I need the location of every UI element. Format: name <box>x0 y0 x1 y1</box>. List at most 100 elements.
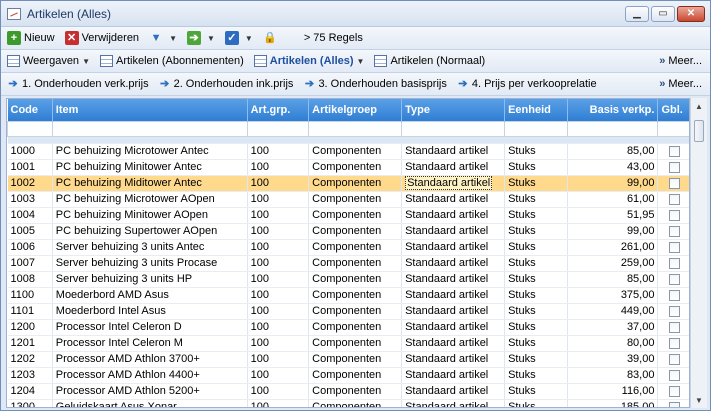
checkbox[interactable] <box>668 161 680 173</box>
cell-type[interactable]: Standaard artikel <box>401 191 506 208</box>
select-button[interactable]: ✓ ▼ <box>224 31 253 45</box>
column-header-art-grp[interactable]: Art.grp. <box>247 99 310 121</box>
cell-code[interactable]: 1002 <box>7 175 53 192</box>
cell-art-grp[interactable]: 100 <box>247 159 310 176</box>
cell-art-grp[interactable]: 100 <box>247 303 310 320</box>
cell-basis-verkp[interactable]: 185,00 <box>567 399 659 407</box>
cell-item[interactable]: Geluidskaart Asus Xonar <box>52 399 248 407</box>
cell-artikelgroep[interactable]: Componenten <box>308 367 403 384</box>
filter-artikelgroep[interactable] <box>308 120 403 137</box>
export-button[interactable]: ➔ ▼ <box>186 31 215 45</box>
cell-eenheid[interactable]: Stuks <box>504 383 568 400</box>
cell-eenheid[interactable]: Stuks <box>504 143 568 160</box>
table-row[interactable]: 1003 PC behuizing Microtower AOpen 100 Comp… <box>7 191 689 208</box>
cell-type[interactable]: Standaard artikel <box>401 271 506 288</box>
cell-basis-verkp[interactable]: 116,00 <box>567 383 659 400</box>
table-row[interactable]: 1001 PC behuizing Minitower Antec 100 Compo… <box>7 159 689 176</box>
column-header-artikelgroep[interactable]: Artikelgroep <box>308 99 403 121</box>
checkbox[interactable] <box>668 401 680 407</box>
cell-item[interactable]: PC behuizing Supertower AOpen <box>52 223 248 240</box>
cell-art-grp[interactable]: 100 <box>247 239 310 256</box>
cell-gbl[interactable] <box>657 303 689 320</box>
maximize-button[interactable]: ▭ <box>651 5 675 22</box>
cell-code[interactable]: 1001 <box>7 159 53 176</box>
checkbox[interactable] <box>668 225 680 237</box>
cell-eenheid[interactable]: Stuks <box>504 175 568 192</box>
filter-button[interactable]: ▼ ▼ <box>149 31 177 45</box>
scroll-up-icon[interactable]: ▲ <box>691 98 707 114</box>
cell-art-grp[interactable]: 100 <box>247 351 310 368</box>
task-base-price[interactable]: ➔ 3. Onderhouden basisprijs <box>303 77 447 91</box>
title-bar[interactable]: Artikelen (Alles) ▁ ▭ ✕ <box>1 1 710 27</box>
table-row[interactable]: 1200 Processor Intel Celeron D 100 Componen… <box>7 319 689 336</box>
cell-art-grp[interactable]: 100 <box>247 383 310 400</box>
cell-code[interactable]: 1000 <box>7 143 53 160</box>
cell-item[interactable]: PC behuizing Microtower AOpen <box>52 191 248 208</box>
cell-code[interactable]: 1200 <box>7 319 53 336</box>
task-price-per-relation[interactable]: ➔ 4. Prijs per verkooprelatie <box>457 77 596 91</box>
checkbox[interactable] <box>668 353 680 365</box>
cell-gbl[interactable] <box>657 175 689 192</box>
cell-type[interactable]: Standaard artikel <box>401 335 506 352</box>
filter-art-grp[interactable] <box>246 120 310 137</box>
cell-eenheid[interactable]: Stuks <box>504 351 568 368</box>
cell-basis-verkp[interactable]: 259,00 <box>567 255 659 272</box>
table-row[interactable]: 1006 Server behuizing 3 units Antec 100 Com… <box>7 239 689 256</box>
cell-basis-verkp[interactable]: 99,00 <box>567 223 659 240</box>
cell-type[interactable]: Standaard artikel <box>401 287 506 304</box>
cell-code[interactable]: 1004 <box>7 207 53 224</box>
view-subscriptions[interactable]: Artikelen (Abonnementen) <box>99 55 244 67</box>
new-button[interactable]: + Nieuw <box>7 31 55 45</box>
cell-eenheid[interactable]: Stuks <box>504 399 568 407</box>
column-header-basis-verkp[interactable]: Basis verkp. <box>567 99 659 121</box>
cell-gbl[interactable] <box>657 223 689 240</box>
filter-code[interactable] <box>7 120 53 137</box>
cell-art-grp[interactable]: 100 <box>247 223 310 240</box>
cell-art-grp[interactable]: 100 <box>247 207 310 224</box>
vertical-scrollbar[interactable]: ▲ ▼ <box>690 98 707 408</box>
cell-art-grp[interactable]: 100 <box>247 175 310 192</box>
cell-item[interactable]: Moederbord AMD Asus <box>52 287 248 304</box>
more-views-button[interactable]: » Meer... <box>659 50 702 72</box>
cell-item[interactable]: PC behuizing Miditower Antec <box>52 175 248 192</box>
filter-item[interactable] <box>51 120 248 137</box>
cell-art-grp[interactable]: 100 <box>247 335 310 352</box>
checkbox[interactable] <box>668 145 680 157</box>
cell-artikelgroep[interactable]: Componenten <box>308 223 403 240</box>
cell-code[interactable]: 1204 <box>7 383 53 400</box>
cell-artikelgroep[interactable]: Componenten <box>308 287 403 304</box>
cell-art-grp[interactable]: 100 <box>247 287 310 304</box>
checkbox[interactable] <box>668 289 680 301</box>
cell-type[interactable]: Standaard artikel <box>401 159 506 176</box>
cell-item[interactable]: PC behuizing Minitower AOpen <box>52 207 248 224</box>
cell-gbl[interactable] <box>657 383 689 400</box>
view-normal[interactable]: Artikelen (Normaal) <box>374 55 485 67</box>
cell-basis-verkp[interactable]: 99,00 <box>567 175 659 192</box>
cell-art-grp[interactable]: 100 <box>247 191 310 208</box>
cell-item[interactable]: Processor Intel Celeron D <box>52 319 248 336</box>
cell-gbl[interactable] <box>657 271 689 288</box>
checkbox[interactable] <box>668 241 680 253</box>
cell-eenheid[interactable]: Stuks <box>504 287 568 304</box>
cell-basis-verkp[interactable]: 85,00 <box>567 271 659 288</box>
cell-art-grp[interactable]: 100 <box>247 319 310 336</box>
cell-type[interactable]: Standaard artikel <box>401 399 506 407</box>
cell-type[interactable]: Standaard artikel <box>401 223 506 240</box>
cell-eenheid[interactable]: Stuks <box>504 255 568 272</box>
cell-eenheid[interactable]: Stuks <box>504 271 568 288</box>
cell-item[interactable]: PC behuizing Minitower Antec <box>52 159 248 176</box>
cell-artikelgroep[interactable]: Componenten <box>308 175 403 192</box>
view-all[interactable]: Artikelen (Alles) ▼ <box>253 55 364 67</box>
cell-basis-verkp[interactable]: 80,00 <box>567 335 659 352</box>
cell-type[interactable]: Standaard artikel <box>401 175 506 192</box>
cell-gbl[interactable] <box>657 207 689 224</box>
checkbox[interactable] <box>668 321 680 333</box>
table-row[interactable]: 1008 Server behuizing 3 units HP 100 Compon… <box>7 271 689 288</box>
checkbox[interactable] <box>668 257 680 269</box>
cell-gbl[interactable] <box>657 399 689 407</box>
cell-basis-verkp[interactable]: 85,00 <box>567 143 659 160</box>
table-row[interactable]: 1202 Processor AMD Athlon 3700+ 100 Compone… <box>7 351 689 368</box>
cell-basis-verkp[interactable]: 37,00 <box>567 319 659 336</box>
cell-gbl[interactable] <box>657 319 689 336</box>
cell-item[interactable]: Processor AMD Athlon 3700+ <box>52 351 248 368</box>
